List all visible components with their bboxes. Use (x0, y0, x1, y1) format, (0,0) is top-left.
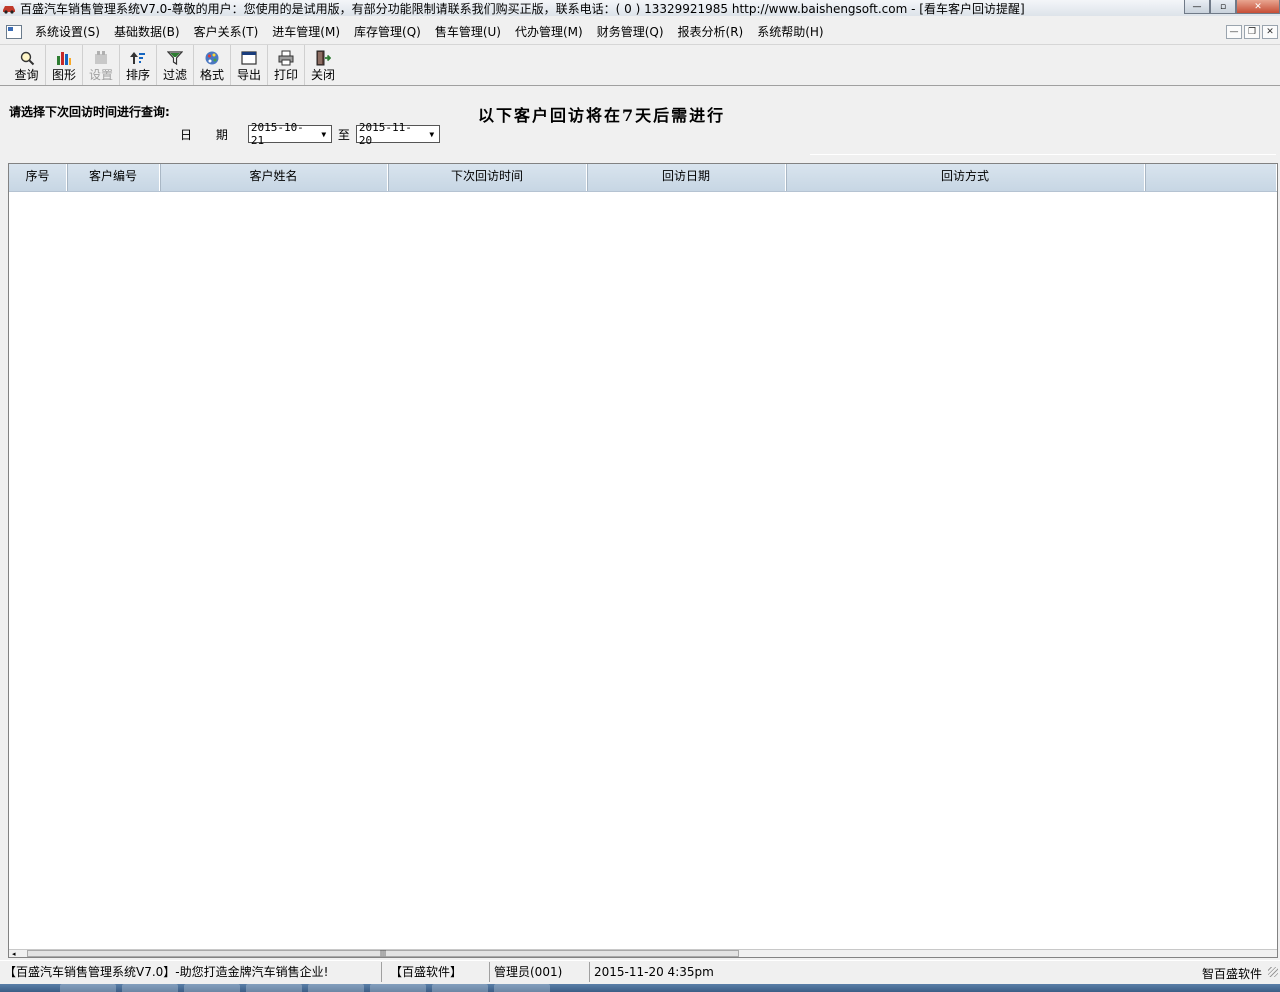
to-date-picker[interactable]: 2015-11-20 ▼ (355, 121, 440, 147)
sort-button[interactable]: 排序 (119, 45, 156, 85)
window-minimize-button[interactable]: — (1184, 0, 1210, 14)
filter-button[interactable]: 过滤 (156, 45, 193, 85)
taskbar-item[interactable] (494, 984, 550, 992)
window-close-button[interactable]: ✕ (1236, 0, 1280, 14)
format-button[interactable]: 格式 (193, 45, 230, 85)
chart-button[interactable]: 图形 (45, 45, 82, 85)
settings-icon (92, 50, 110, 66)
menu-help[interactable]: 系统帮助(H) (750, 22, 830, 42)
query-button-label: 查询 (14, 68, 39, 82)
menu-bar: 系统设置(S) 基础数据(B) 客户关系(T) 进车管理(M) 库存管理(Q) … (0, 22, 1280, 42)
settings-button[interactable]: 设置 (82, 45, 119, 85)
filter-icon (166, 50, 184, 66)
app-car-icon (2, 2, 16, 14)
menu-finance[interactable]: 财务管理(Q) (590, 22, 671, 42)
query-button[interactable]: 查询 (8, 45, 45, 85)
column-header-visit-date[interactable]: 回访日期 (587, 164, 786, 191)
menu-vehicle-purchase[interactable]: 进车管理(M) (265, 22, 347, 42)
sort-button-label: 排序 (125, 68, 150, 82)
horizontal-scrollbar[interactable]: ◂ ||| (9, 949, 1277, 958)
resize-grip-icon[interactable] (1268, 967, 1278, 977)
mdi-close-button[interactable]: ✕ (1262, 25, 1278, 39)
mdi-controls: — ❐ ✕ (1226, 25, 1278, 39)
export-button-label: 导出 (236, 68, 261, 82)
taskbar-item[interactable] (122, 984, 178, 992)
status-app-slogan: 【百盛汽车销售管理系统V7.0】-助您打造金牌汽车销售企业! (0, 961, 382, 982)
format-icon (203, 50, 221, 66)
print-button-label: 打印 (273, 68, 298, 82)
column-header-customer-name[interactable]: 客户姓名 (160, 164, 388, 191)
toolbar: 查询 图形 设置 排序 过滤 格式 导出 打印 关闭 (0, 44, 1280, 86)
menu-agency[interactable]: 代办管理(M) (508, 22, 590, 42)
chart-button-label: 图形 (51, 68, 76, 82)
column-header-next-visit-time[interactable]: 下次回访时间 (388, 164, 587, 191)
date-label: 日 期 (180, 127, 238, 142)
print-icon (277, 50, 295, 66)
chart-icon (55, 50, 73, 66)
status-user: 管理员(001) (490, 961, 590, 982)
export-icon (240, 50, 258, 66)
grid-header: 序号 客户编号 客户姓名 下次回访时间 回访日期 回访方式 (9, 164, 1277, 192)
settings-button-label: 设置 (88, 68, 113, 82)
status-company: 【百盛软件】 (382, 961, 490, 982)
menu-customer-relations[interactable]: 客户关系(T) (187, 22, 266, 42)
menu-inventory[interactable]: 库存管理(Q) (347, 22, 428, 42)
revisit-grid[interactable]: 序号 客户编号 客户姓名 下次回访时间 回访日期 回访方式 ◂ ||| (8, 163, 1278, 958)
taskbar-item[interactable] (184, 984, 240, 992)
window-title: 百盛汽车销售管理系统V7.0-尊敬的用户：您使用的是试用版，有部分功能限制请联系… (20, 1, 1025, 16)
column-header-visit-method[interactable]: 回访方式 (786, 164, 1145, 191)
taskbar-item[interactable] (246, 984, 302, 992)
taskbar-item[interactable] (308, 984, 364, 992)
filter-button-label: 过滤 (162, 68, 187, 82)
mdi-document-icon[interactable] (6, 25, 22, 39)
column-header-filler (1145, 164, 1277, 191)
window-controls: — ▫ ✕ (1184, 0, 1280, 14)
status-brand: 智百盛软件 (1201, 967, 1262, 981)
date-range-separator: 至 (337, 127, 350, 142)
divider (810, 154, 1276, 155)
status-datetime: 2015-11-20 4:35pm (594, 964, 714, 979)
export-button[interactable]: 导出 (230, 45, 267, 85)
print-button[interactable]: 打印 (267, 45, 304, 85)
os-taskbar (0, 984, 1280, 992)
from-date-value: 2015-10-21 (250, 121, 304, 147)
column-header-index[interactable]: 序号 (9, 164, 67, 191)
close-button-label: 关闭 (310, 68, 335, 82)
window-maximize-button[interactable]: ▫ (1210, 0, 1236, 14)
taskbar-item[interactable] (432, 984, 488, 992)
status-bar: 【百盛汽车销售管理系统V7.0】-助您打造金牌汽车销售企业! 【百盛软件】 管理… (0, 960, 1280, 982)
taskbar-item[interactable] (60, 984, 116, 992)
scrollbar-thumb[interactable]: ||| (27, 950, 739, 957)
menu-system-settings[interactable]: 系统设置(S) (28, 22, 107, 42)
sort-icon (129, 50, 147, 66)
to-date-value: 2015-11-20 (358, 121, 412, 147)
format-button-label: 格式 (199, 68, 224, 82)
date-range-row: 日 期 2015-10-21 ▼ 至 2015-11-20 ▼ (180, 121, 440, 147)
title-bar: 百盛汽车销售管理系统V7.0-尊敬的用户：您使用的是试用版，有部分功能限制请联系… (0, 0, 1280, 16)
menu-base-data[interactable]: 基础数据(B) (107, 22, 187, 42)
from-date-picker[interactable]: 2015-10-21 ▼ (247, 121, 332, 147)
close-button[interactable]: 关闭 (304, 45, 341, 85)
mdi-restore-button[interactable]: ❐ (1244, 25, 1260, 39)
menu-vehicle-sales[interactable]: 售车管理(U) (428, 22, 508, 42)
mdi-minimize-button[interactable]: — (1226, 25, 1242, 39)
query-prompt: 请选择下次回访时间进行查询: (9, 105, 170, 119)
revisit-notice: 以下客户回访将在7天后需进行 (478, 106, 726, 125)
exit-icon (314, 50, 332, 66)
menu-reports[interactable]: 报表分析(R) (671, 22, 751, 42)
chevron-down-icon[interactable]: ▼ (317, 126, 331, 142)
column-header-customer-id[interactable]: 客户编号 (67, 164, 160, 191)
taskbar-item[interactable] (370, 984, 426, 992)
search-icon (18, 50, 36, 66)
scroll-left-icon[interactable]: ◂ (12, 950, 16, 958)
chevron-down-icon[interactable]: ▼ (425, 126, 439, 142)
